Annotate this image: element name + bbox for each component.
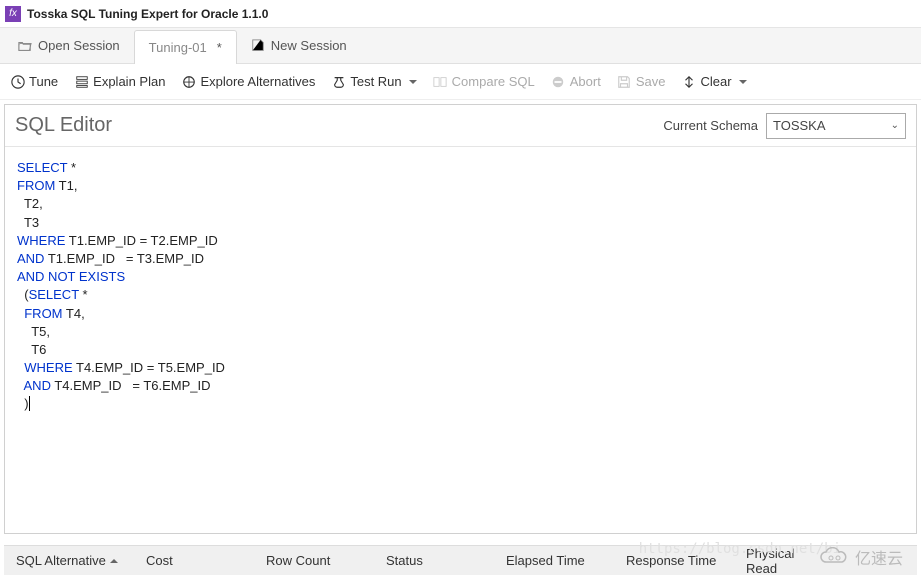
explain-plan-icon xyxy=(74,74,89,89)
tab-strip: Open Session Tuning-01 * New Session xyxy=(0,28,921,64)
tab-new-session-label: New Session xyxy=(271,38,347,53)
editor-header: SQL Editor Current Schema TOSSKA ⌄ xyxy=(5,105,916,147)
explain-plan-button[interactable]: Explain Plan xyxy=(72,71,167,92)
watermark: 亿速云 xyxy=(819,545,903,569)
compare-icon xyxy=(433,74,448,89)
explore-alt-label: Explore Alternatives xyxy=(200,74,315,89)
schema-label: Current Schema xyxy=(663,118,758,133)
tab-new-session[interactable]: New Session xyxy=(237,29,361,63)
tab-dirty-indicator: * xyxy=(217,40,222,55)
explore-icon xyxy=(181,74,196,89)
col-cost[interactable]: Cost xyxy=(134,553,254,568)
sql-code-editor[interactable]: SELECT * FROM T1, T2, T3 WHERE T1.EMP_ID… xyxy=(5,147,916,533)
toolbar: Tune Explain Plan Explore Alternatives T… xyxy=(0,64,921,100)
chevron-down-icon: ⌄ xyxy=(891,120,899,131)
tab-open-session-label: Open Session xyxy=(38,38,120,53)
tune-icon xyxy=(10,74,25,89)
explore-alternatives-button[interactable]: Explore Alternatives xyxy=(179,71,317,92)
watermark-url: https://blog.csdn.net/bi xyxy=(639,541,841,557)
abort-label: Abort xyxy=(570,74,601,89)
watermark-text: 亿速云 xyxy=(855,545,903,569)
tune-button[interactable]: Tune xyxy=(8,71,60,92)
compare-sql-button: Compare SQL xyxy=(431,71,537,92)
explain-plan-label: Explain Plan xyxy=(93,74,165,89)
tab-tuning-label: Tuning-01 xyxy=(149,40,207,55)
clear-label: Clear xyxy=(700,74,731,89)
compare-sql-label: Compare SQL xyxy=(452,74,535,89)
abort-icon xyxy=(551,74,566,89)
folder-open-icon xyxy=(18,39,32,53)
tab-open-session[interactable]: Open Session xyxy=(4,29,134,63)
schema-value: TOSSKA xyxy=(773,118,826,133)
save-icon xyxy=(617,74,632,89)
test-run-icon xyxy=(331,74,346,89)
cloud-icon xyxy=(819,547,849,567)
sort-asc-icon xyxy=(110,559,118,563)
schema-dropdown[interactable]: TOSSKA ⌄ xyxy=(766,113,906,139)
editor-title: SQL Editor xyxy=(15,114,112,137)
editor-panel: SQL Editor Current Schema TOSSKA ⌄ SELEC… xyxy=(4,104,917,534)
col-status[interactable]: Status xyxy=(374,553,494,568)
save-button: Save xyxy=(615,71,668,92)
chevron-down-icon xyxy=(739,80,747,84)
app-title: Tosska SQL Tuning Expert for Oracle 1.1.… xyxy=(27,7,268,21)
save-label: Save xyxy=(636,74,666,89)
new-file-icon xyxy=(251,39,265,53)
chevron-down-icon xyxy=(409,80,417,84)
clear-icon xyxy=(681,74,696,89)
abort-button: Abort xyxy=(549,71,603,92)
test-run-button[interactable]: Test Run xyxy=(329,71,418,92)
text-cursor xyxy=(29,396,30,411)
schema-selector: Current Schema TOSSKA ⌄ xyxy=(663,113,906,139)
test-run-label: Test Run xyxy=(350,74,401,89)
col-elapsed-time[interactable]: Elapsed Time xyxy=(494,553,614,568)
app-icon: fx xyxy=(5,6,21,22)
col-sql-alternative[interactable]: SQL Alternative xyxy=(4,553,134,568)
clear-button[interactable]: Clear xyxy=(679,71,748,92)
tune-label: Tune xyxy=(29,74,58,89)
tab-tuning[interactable]: Tuning-01 * xyxy=(134,30,237,64)
title-bar: fx Tosska SQL Tuning Expert for Oracle 1… xyxy=(0,0,921,28)
col-row-count[interactable]: Row Count xyxy=(254,553,374,568)
